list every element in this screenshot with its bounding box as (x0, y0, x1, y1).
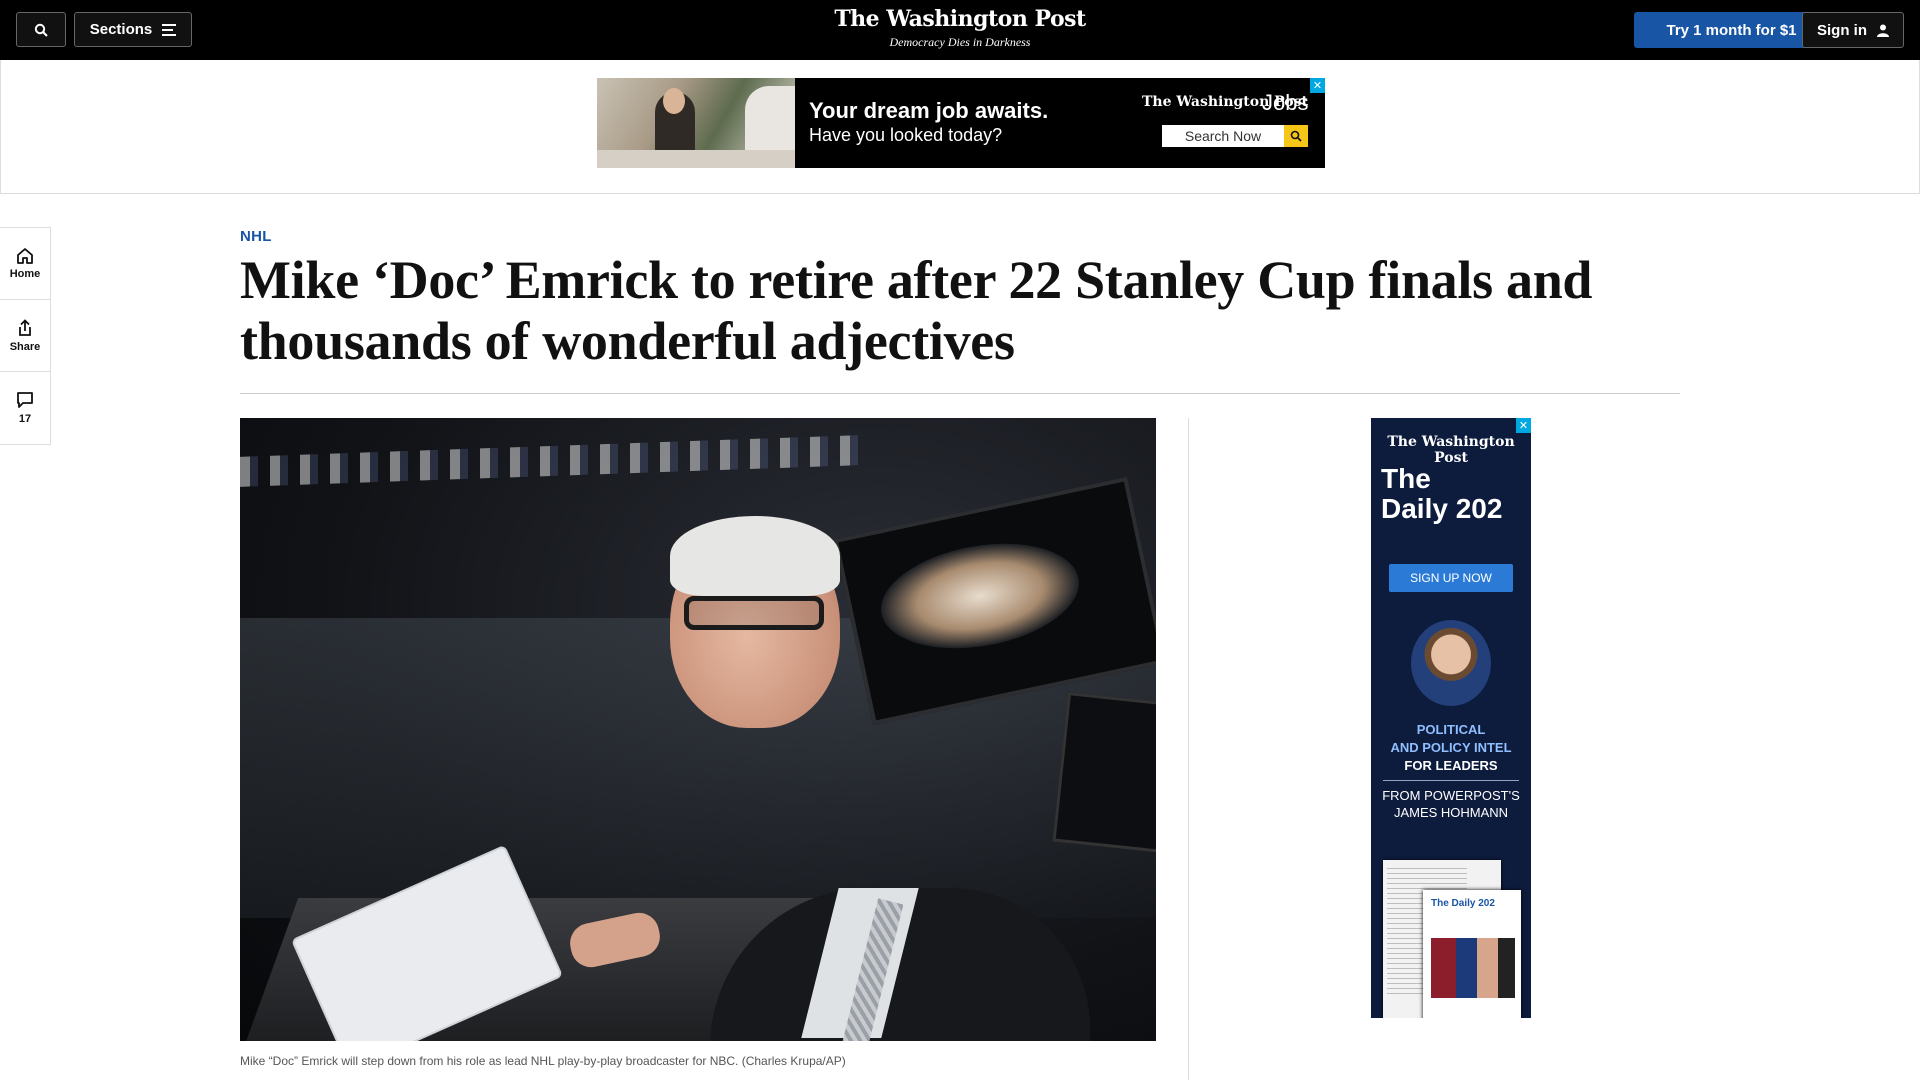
headline-divider (240, 393, 1680, 394)
comments-count: 17 (18, 413, 32, 425)
subscribe-button[interactable]: Try 1 month for $1 (1634, 12, 1829, 48)
article-tool-rail: Home Share 17 (0, 227, 51, 445)
share-button[interactable]: Share (0, 300, 50, 372)
column-divider (1188, 418, 1189, 1080)
search-button[interactable] (16, 12, 66, 47)
newsletter-preview-title: The Daily 202 (1431, 898, 1495, 909)
sections-label: Sections (89, 21, 153, 38)
comments-button[interactable]: 17 (0, 372, 50, 444)
close-icon[interactable]: ✕ (1516, 418, 1531, 433)
sign-up-button[interactable]: SIGN UP NOW (1389, 564, 1513, 592)
site-tagline: Democracy Dies in Darkness (889, 35, 1031, 49)
ad-subtext: Have you looked today? (809, 125, 1003, 145)
photo-caption: Mike “Doc” Emrick will step down from hi… (240, 1054, 846, 1068)
ad-title-line2: Daily 202 (1381, 493, 1503, 524)
author-portrait (1411, 620, 1491, 706)
ad-search-label: Search Now (1184, 128, 1262, 144)
article-headline: Mike ‘Doc’ Emrick to retire after 22 Sta… (240, 250, 1593, 371)
top-navigation-bar: Sections The Washington Post Democracy D… (0, 0, 1920, 60)
site-logo[interactable]: The Washington Post (760, 6, 1160, 32)
sign-in-label: Sign in (1817, 21, 1867, 39)
daily-202-ad[interactable]: The Washington Post The Daily 202 SIGN U… (1371, 418, 1531, 1018)
ad-search-button[interactable]: Search Now (1162, 125, 1308, 147)
ad-title-line1: The (1381, 463, 1431, 494)
section-kicker[interactable]: NHL (240, 228, 272, 245)
share-label: Share (9, 340, 41, 353)
ad-headline: Your dream job awaits. (809, 98, 1049, 123)
magnifier-icon (1284, 125, 1308, 147)
home-icon (17, 248, 33, 264)
masthead[interactable]: The Washington Post Democracy Dies in Da… (760, 6, 1160, 50)
hamburger-icon (162, 23, 177, 36)
sign-in-button[interactable]: Sign in (1802, 12, 1904, 48)
close-icon[interactable]: ✕ (1310, 78, 1325, 93)
ad-from-line1: FROM POWERPOST'S (1382, 788, 1520, 803)
sections-button[interactable]: Sections (74, 12, 192, 47)
user-icon (1877, 24, 1889, 37)
comment-icon (17, 392, 33, 408)
top-ad-slot: Your dream job awaits. Have you looked t… (0, 60, 1920, 194)
ad-from-line2: JAMES HOHMANN (1393, 805, 1509, 820)
share-icon (19, 318, 31, 336)
ad-tagline-2: AND POLICY INTEL (1390, 740, 1512, 755)
home-button[interactable]: Home (0, 228, 50, 300)
ad-brand-jobs: Jobs (1262, 90, 1309, 115)
ad-brand-logo: The Washington Post (1387, 434, 1515, 466)
jobs-ad-banner[interactable]: Your dream job awaits. Have you looked t… (597, 78, 1325, 168)
lead-photo[interactable] (240, 418, 1156, 1041)
newsletter-preview-photo (1431, 938, 1515, 998)
search-icon (34, 23, 48, 37)
ad-tagline-1: POLITICAL (1416, 722, 1486, 737)
ad-photo (597, 78, 795, 168)
ad-tagline-3: FOR LEADERS (1404, 758, 1498, 773)
home-label: Home (9, 268, 41, 280)
ad-divider (1383, 780, 1519, 781)
